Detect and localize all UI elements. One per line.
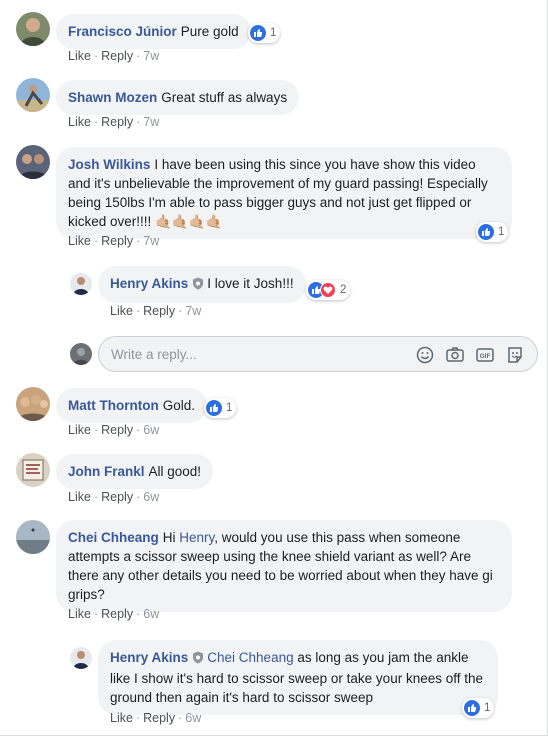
emoji-icon[interactable] [415, 345, 435, 365]
comment-bubble: Chei Chheang Hi Henry, would you use this… [56, 520, 512, 612]
avatar[interactable] [16, 520, 50, 554]
reaction-count: 2 [340, 284, 347, 296]
reply-composer[interactable]: GIF [98, 336, 538, 372]
timestamp[interactable]: 6w [185, 711, 201, 725]
reply-link[interactable]: Reply [143, 711, 175, 725]
reaction-summary[interactable]: 1 [248, 23, 281, 43]
like-link[interactable]: Like [68, 115, 91, 129]
love-reaction-icon [320, 282, 336, 298]
shield-badge-icon [192, 276, 204, 295]
timestamp[interactable]: 7w [143, 234, 159, 248]
avatar[interactable] [16, 12, 50, 46]
comment-text: Great stuff as always [161, 90, 288, 105]
shield-badge-icon [192, 650, 204, 669]
reaction-summary[interactable]: 1 [476, 222, 509, 242]
comment-bubble: Shawn Mozen Great stuff as always [56, 80, 300, 115]
reply-link[interactable]: Reply [101, 234, 133, 248]
reply-link[interactable]: Reply [101, 490, 133, 504]
comment-actions: Like · Reply · 7w [68, 115, 160, 129]
mention-link[interactable]: Chei Chheang [207, 650, 293, 665]
comment-author[interactable]: John Frankl [68, 464, 145, 479]
comment-text: Pure gold [180, 24, 239, 39]
avatar[interactable] [70, 647, 92, 669]
like-link[interactable]: Like [68, 49, 91, 63]
like-link[interactable]: Like [68, 490, 91, 504]
reaction-count: 1 [498, 226, 505, 238]
avatar[interactable] [16, 387, 50, 421]
timestamp[interactable]: 6w [143, 607, 159, 621]
like-reaction-icon [464, 700, 480, 716]
comment-author[interactable]: Matt Thornton [68, 398, 159, 413]
avatar[interactable] [16, 145, 50, 179]
like-reaction-icon [250, 25, 266, 41]
comment-actions: Like · Reply · 7w [68, 49, 160, 63]
timestamp[interactable]: 6w [143, 423, 159, 437]
avatar[interactable] [70, 273, 92, 295]
comment-author[interactable]: Francisco Júnior [68, 24, 177, 39]
sticker-icon[interactable] [505, 345, 525, 365]
comment-bubble: Francisco Júnior Pure gold [56, 14, 251, 49]
like-link[interactable]: Like [68, 607, 91, 621]
reply-link[interactable]: Reply [101, 423, 133, 437]
timestamp[interactable]: 7w [143, 115, 159, 129]
reply-link[interactable]: Reply [101, 607, 133, 621]
reaction-count: 1 [270, 27, 277, 39]
comment-actions: Like · Reply · 6w [110, 711, 202, 725]
avatar[interactable] [16, 453, 50, 487]
comment-author[interactable]: Chei Chheang [68, 530, 159, 545]
reaction-summary[interactable]: 2 [306, 280, 351, 300]
reply-input[interactable] [111, 345, 401, 363]
comment-actions: Like · Reply · 6w [68, 607, 160, 621]
comment-author[interactable]: Josh Wilkins [68, 157, 150, 172]
reaction-count: 1 [226, 402, 233, 414]
comment-text: I love it Josh!!! [207, 276, 294, 291]
comment-author[interactable]: Shawn Mozen [68, 90, 157, 105]
timestamp[interactable]: 7w [185, 304, 201, 318]
like-link[interactable]: Like [110, 304, 133, 318]
like-link[interactable]: Like [68, 234, 91, 248]
like-link[interactable]: Like [110, 711, 133, 725]
comment-text: Gold. [162, 398, 196, 413]
comments-panel: Francisco Júnior Pure gold 1 Like · Reply · 7… [0, 0, 548, 736]
comment-author[interactable]: Henry Akins [110, 276, 188, 291]
reply-link[interactable]: Reply [143, 304, 175, 318]
comment-actions: Like · Reply · 6w [68, 423, 160, 437]
reaction-count: 1 [484, 702, 491, 714]
comment-actions: Like · Reply · 7w [110, 304, 202, 318]
svg-text:GIF: GIF [480, 353, 491, 360]
reply-link[interactable]: Reply [101, 115, 133, 129]
comment-bubble: John Frankl All good! [56, 454, 214, 489]
reaction-summary[interactable]: 1 [204, 398, 237, 418]
timestamp[interactable]: 7w [143, 49, 159, 63]
comment-actions: Like · Reply · 7w [68, 234, 160, 248]
comment-actions: Like · Reply · 6w [68, 490, 160, 504]
comment-bubble: Henry Akins Chei Chheang as long as you j… [98, 640, 498, 715]
gif-icon[interactable]: GIF [475, 345, 495, 365]
comment-author[interactable]: Henry Akins [110, 650, 188, 665]
reaction-summary[interactable]: 1 [462, 698, 495, 718]
comment-bubble: Henry Akins I love it Josh!!! [98, 266, 306, 303]
comment-text: All good! [148, 464, 202, 479]
like-reaction-icon [206, 400, 222, 416]
avatar[interactable] [16, 78, 50, 112]
mention-link[interactable]: Henry [179, 530, 214, 545]
like-link[interactable]: Like [68, 423, 91, 437]
timestamp[interactable]: 6w [143, 490, 159, 504]
current-user-avatar [70, 343, 92, 365]
reply-link[interactable]: Reply [101, 49, 133, 63]
like-reaction-icon [478, 224, 494, 240]
comment-bubble: Josh Wilkins I have been using this since… [56, 147, 512, 239]
camera-icon[interactable] [445, 345, 465, 365]
comment-bubble: Matt Thornton Gold. [56, 388, 208, 423]
